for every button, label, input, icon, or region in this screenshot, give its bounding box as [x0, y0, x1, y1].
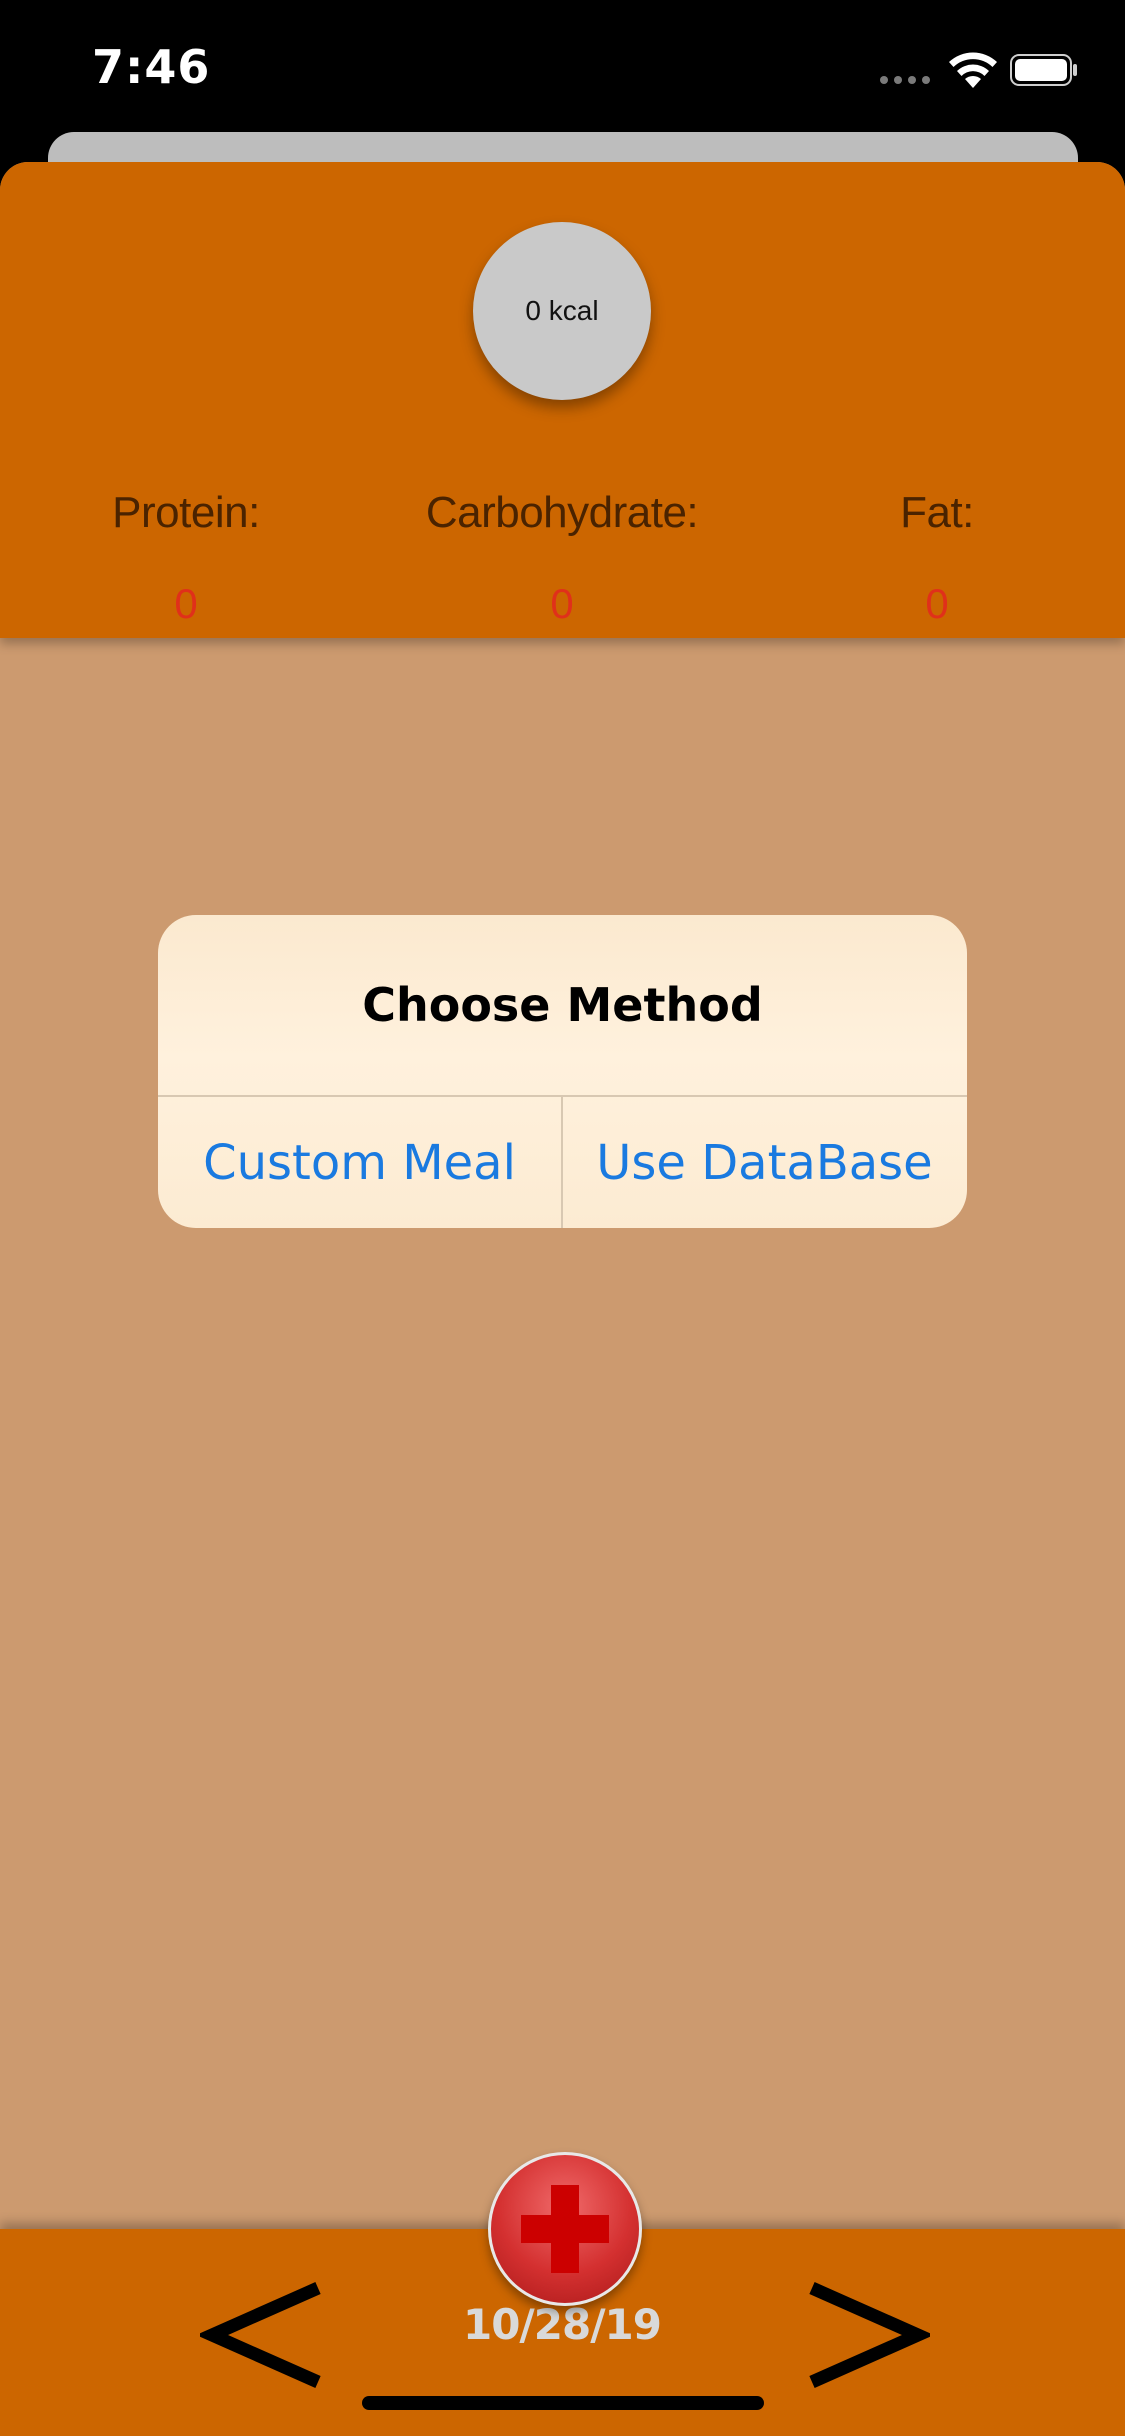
- cellular-signal-icon: [880, 76, 932, 86]
- status-time: 7:46: [92, 40, 211, 94]
- kcal-total: 0 kcal: [473, 222, 651, 400]
- add-meal-button[interactable]: [488, 2152, 642, 2306]
- app-screen: 0 kcal Protein: Carbohydrate: Fat: 0 0 0: [0, 162, 1125, 2436]
- status-bar: 7:46: [0, 0, 1125, 132]
- fat-label: Fat:: [900, 488, 974, 537]
- current-date: 10/28/19: [462, 2300, 662, 2349]
- alert-title: Choose Method: [362, 978, 763, 1032]
- choose-method-alert: Choose Method Custom Meal Use DataBase: [158, 915, 967, 1228]
- carbohydrate-label: Carbohydrate:: [425, 488, 699, 537]
- chevron-right-icon[interactable]: [800, 2280, 930, 2390]
- nutrition-summary-panel: 0 kcal Protein: Carbohydrate: Fat: 0 0 0: [0, 162, 1125, 638]
- kcal-label: 0 kcal: [525, 295, 599, 326]
- battery-icon: [1010, 54, 1077, 86]
- wifi-icon: [949, 52, 997, 88]
- custom-meal-button[interactable]: Custom Meal: [158, 1097, 561, 1228]
- chevron-left-icon[interactable]: [200, 2280, 330, 2390]
- protein-label: Protein:: [112, 488, 260, 537]
- fat-value: 0: [925, 580, 949, 627]
- protein-value: 0: [174, 580, 198, 627]
- home-indicator[interactable]: [362, 2396, 764, 2410]
- use-database-button[interactable]: Use DataBase: [563, 1097, 966, 1228]
- carbohydrate-value: 0: [550, 580, 574, 627]
- plus-icon: [521, 2185, 609, 2273]
